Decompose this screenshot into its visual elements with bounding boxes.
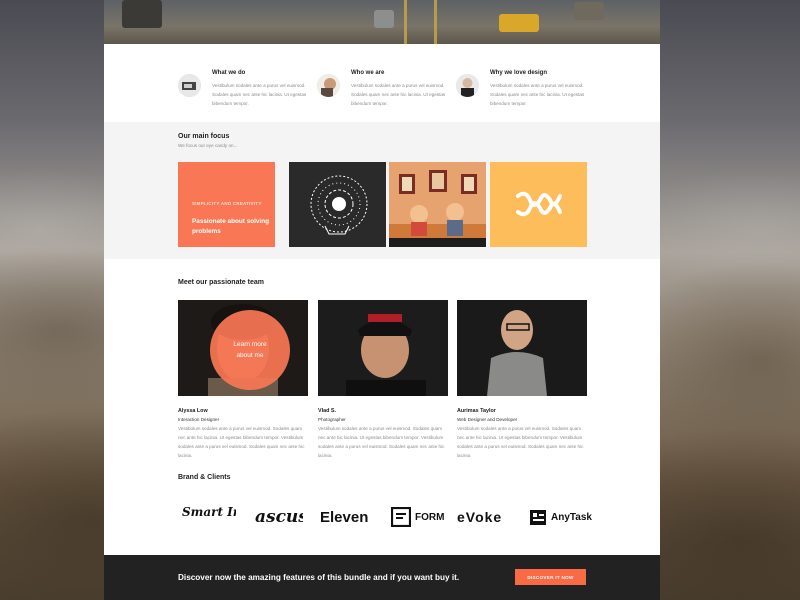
learn-more-label: Learn more about me [233,341,267,359]
section-subtitle: We focus our eye candy on... [178,143,238,148]
member-photo[interactable] [457,300,587,396]
cta-footer: Discover now the amazing features of thi… [104,555,660,600]
tile-kicker: SIMPLICITY AND CREATIVITY [192,201,262,206]
feature-text: Vestibulum sodales ante a purus vel euis… [351,83,446,106]
tile-headline: Passionate about solving problems [192,218,270,235]
feature-title: Why we love design [490,70,548,76]
member-photo[interactable]: Learn more about me [178,300,308,396]
brand-logo-form[interactable]: FORM [391,500,444,534]
member-name: Vlad S. [318,408,336,414]
member-role: Interaction Designer [178,417,220,422]
website-page: What we do Vestibulum sodales ante a pur… [104,0,660,600]
section-title: Our main focus [178,133,230,140]
feature-text: Vestibulum sodales ante a purus vel euis… [490,83,585,106]
member-name: Alyssa Low [178,408,208,414]
typographic-head-illustration [310,175,368,235]
logo-mark-icon [516,191,562,217]
focus-tile-typography-art[interactable] [289,162,386,247]
anytask-logo-icon [530,510,546,525]
feature-title: What we do [212,70,246,76]
member-name: Aurimas Taylor [457,408,496,414]
discover-button[interactable]: DISCOVER IT NOW [515,569,586,585]
evoke-logo: eVoke [457,509,503,525]
ascus-logo: ascus [255,507,303,527]
svg-text:Smart Image: Smart Image [182,505,236,519]
member-photo[interactable] [318,300,448,396]
eleven-logo: Eleven [320,508,369,526]
focus-tile-logo-mark[interactable] [490,162,587,247]
brands-section-title: Brand & Clients [178,474,231,481]
cta-text: Discover now the amazing features of thi… [178,573,460,582]
brand-logo-ascus[interactable]: ascus [253,500,303,534]
feature-text: Vestibulum sodales ante a purus vel euis… [212,83,307,106]
characters-illustration [389,162,486,247]
anytask-logo-text: AnyTask [551,511,592,523]
focus-section: Our main focus We focus our eye candy on… [104,122,660,259]
smart-image-logo: Smart Image [182,505,236,519]
team-section-title: Meet our passionate team [178,279,264,286]
features-row: What we do Vestibulum sodales ante a pur… [178,68,598,113]
focus-tile-passion[interactable]: SIMPLICITY AND CREATIVITY Passionate abo… [178,162,275,247]
brand-logo-eleven[interactable]: Eleven [320,500,368,534]
brand-logo-anytask[interactable]: AnyTask [529,500,592,534]
feature-avatar [456,74,479,97]
hero-image [104,0,660,44]
feature-avatar [317,74,340,97]
brand-logo-smart-image[interactable]: Smart Image [180,500,236,534]
member-bio: Vestibulum sodales ante a purus vel euis… [457,426,584,458]
form-logo-icon [391,507,411,527]
svg-text:ascus: ascus [255,507,303,527]
brand-logo-evoke[interactable]: eVoke [457,500,502,534]
feature-title: Who we are [351,70,385,76]
member-bio: Vestibulum sodales ante a purus vel euis… [318,426,445,458]
focus-tile-illustration[interactable] [389,162,486,247]
member-role: Photographer [318,417,346,422]
member-bio: Vestibulum sodales ante a purus vel euis… [178,426,305,458]
learn-more-overlay[interactable]: Learn more about me [210,310,290,390]
form-logo-text: FORM [415,511,445,523]
feature-avatar [178,74,201,97]
member-role: Web Designer and Developer [457,417,518,422]
